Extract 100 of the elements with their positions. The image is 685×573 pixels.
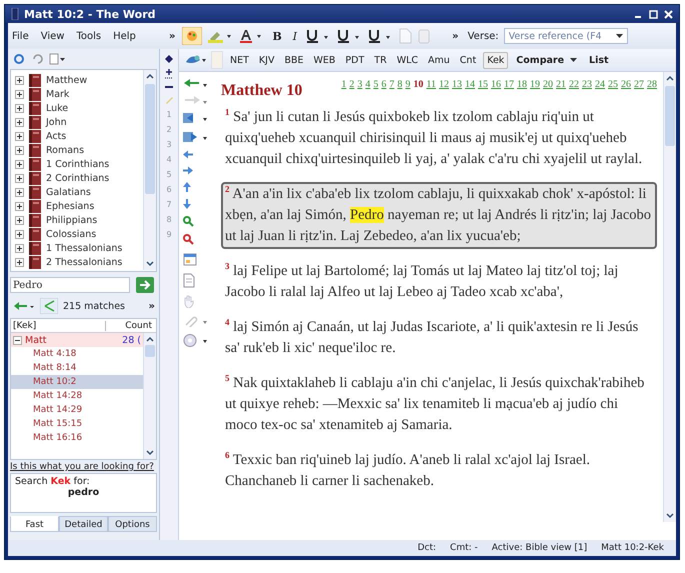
result-item[interactable]: Matt 16:16 xyxy=(11,431,143,445)
overflow-button[interactable]: » xyxy=(146,300,157,312)
expand-icon[interactable] xyxy=(15,174,24,182)
chapter-link[interactable]: 7 xyxy=(389,78,394,91)
chapter-link[interactable]: 24 xyxy=(595,78,605,91)
menu-item[interactable]: File xyxy=(12,30,29,42)
palette-icon[interactable] xyxy=(182,27,202,45)
next-book-icon[interactable] xyxy=(183,131,207,143)
chapter-link[interactable]: 6 xyxy=(381,78,386,91)
verse-reference-field[interactable]: Verse reference (F4 xyxy=(504,28,628,44)
menu-item[interactable]: Tools xyxy=(76,30,102,42)
book-item[interactable]: Galatians xyxy=(46,186,91,198)
suggestion-box[interactable]: Search Kek for: pedro xyxy=(10,473,157,513)
expand-icon[interactable] xyxy=(15,244,24,252)
chapter-link[interactable]: 1 xyxy=(341,78,346,91)
expand-icon[interactable] xyxy=(15,76,24,84)
previous-chapter-icon[interactable] xyxy=(183,150,193,159)
result-item[interactable]: Matt 14:28 xyxy=(11,389,143,403)
result-item[interactable]: Matt 15:15 xyxy=(11,417,143,431)
zoom-out-icon[interactable] xyxy=(183,234,194,245)
zoom-in-icon[interactable] xyxy=(183,216,194,227)
expand-icon[interactable] xyxy=(15,188,24,196)
column-header[interactable]: Count xyxy=(106,320,156,330)
bold-button[interactable]: B xyxy=(269,30,285,42)
minus-icon[interactable] xyxy=(165,85,173,89)
book-item[interactable]: 2 Thessalonians xyxy=(46,256,122,268)
tab[interactable]: Options xyxy=(108,516,157,532)
chapter-link[interactable]: 17 xyxy=(504,78,514,91)
sync-icon[interactable] xyxy=(13,53,25,65)
version-tab[interactable]: WEB xyxy=(310,52,338,68)
version-tab[interactable]: TR xyxy=(371,52,390,68)
chapter-link[interactable]: 14 xyxy=(465,78,475,91)
hint-link[interactable]: Is this what you are looking for? xyxy=(10,460,157,473)
version-tab[interactable]: Amu xyxy=(425,52,453,68)
book-item[interactable]: Matthew xyxy=(46,74,88,86)
book-item[interactable]: John xyxy=(46,116,67,128)
list-button[interactable]: List xyxy=(585,54,613,66)
chapter-link[interactable]: 5 xyxy=(373,78,378,91)
result-item[interactable]: Matt 4:18 xyxy=(11,347,143,361)
chapter-link[interactable]: 22 xyxy=(569,78,579,91)
collapse-icon[interactable] xyxy=(13,336,22,344)
expand-icon[interactable] xyxy=(15,202,24,210)
chapter-link[interactable]: 13 xyxy=(452,78,462,91)
scrollbar-icon[interactable] xyxy=(143,333,156,459)
book-item[interactable]: Luke xyxy=(46,102,68,114)
book-item[interactable]: Mark xyxy=(46,88,70,100)
book-item[interactable]: Acts xyxy=(46,130,66,142)
chapter-link[interactable]: 18 xyxy=(517,78,527,91)
overflow-button[interactable]: » xyxy=(167,30,178,42)
column-header[interactable]: [Kek] xyxy=(11,320,106,330)
chapter-link[interactable]: 21 xyxy=(556,78,566,91)
book-item[interactable]: 1 Corinthians xyxy=(46,158,110,170)
back-arrow-icon[interactable] xyxy=(183,78,207,88)
disc-icon[interactable] xyxy=(183,334,207,347)
version-tab[interactable]: BBE xyxy=(281,52,306,68)
chapter-link[interactable]: 20 xyxy=(543,78,553,91)
previous-verse-icon[interactable] xyxy=(183,182,191,192)
overflow-button[interactable]: » xyxy=(450,30,461,42)
chapter-link[interactable]: 28 xyxy=(647,78,657,91)
book-item[interactable]: 1 Thessalonians xyxy=(46,242,122,254)
version-tab[interactable]: WLC xyxy=(394,52,422,68)
search-field[interactable]: Pedro xyxy=(10,277,130,293)
chapter-link[interactable]: 16 xyxy=(491,78,501,91)
chapter-link[interactable]: 27 xyxy=(634,78,644,91)
chapter-link[interactable]: 3 xyxy=(357,78,362,91)
tab[interactable]: Fast xyxy=(10,516,59,532)
expand-icon[interactable] xyxy=(15,146,24,154)
version-tab[interactable]: Kek xyxy=(483,52,508,68)
chapter-link[interactable]: 25 xyxy=(608,78,618,91)
italic-button[interactable]: I xyxy=(290,30,300,42)
next-verse-icon[interactable] xyxy=(183,199,191,209)
previous-book-icon[interactable] xyxy=(183,112,207,124)
version-tab[interactable]: PDT xyxy=(342,52,368,68)
menu-item[interactable]: Help xyxy=(113,30,136,42)
forward-arrow-icon[interactable] xyxy=(183,95,207,105)
chapter-link[interactable]: 9 xyxy=(405,78,410,91)
chapter-link[interactable]: 12 xyxy=(439,78,449,91)
expand-icon[interactable] xyxy=(15,160,24,168)
chapter-link[interactable]: 26 xyxy=(621,78,631,91)
chapter-link[interactable]: 10 xyxy=(413,78,424,91)
close-icon[interactable] xyxy=(664,10,673,18)
chapter-link[interactable]: 19 xyxy=(530,78,540,91)
book-item[interactable]: Ephesians xyxy=(46,200,94,212)
result-item[interactable]: Matt 10:2 xyxy=(11,375,143,389)
expand-icon[interactable] xyxy=(15,90,24,98)
version-tab[interactable]: KJV xyxy=(256,52,278,68)
expand-icon[interactable] xyxy=(15,216,24,224)
tab[interactable]: Detailed xyxy=(59,516,108,532)
diamond-icon[interactable] xyxy=(165,55,173,63)
expand-icon[interactable] xyxy=(15,118,24,126)
chapter-link[interactable]: 23 xyxy=(582,78,592,91)
scrollbar-icon[interactable] xyxy=(143,70,156,270)
maximize-icon[interactable] xyxy=(649,10,658,18)
next-chapter-icon[interactable] xyxy=(183,166,193,175)
book-item[interactable]: Romans xyxy=(46,144,84,156)
result-group-row[interactable]: Matt 28 ( xyxy=(11,333,143,347)
chapter-link[interactable]: 15 xyxy=(478,78,488,91)
expand-icon[interactable] xyxy=(15,258,24,266)
calendar-icon[interactable] xyxy=(183,252,197,266)
result-item[interactable]: Matt 14:29 xyxy=(11,403,143,417)
